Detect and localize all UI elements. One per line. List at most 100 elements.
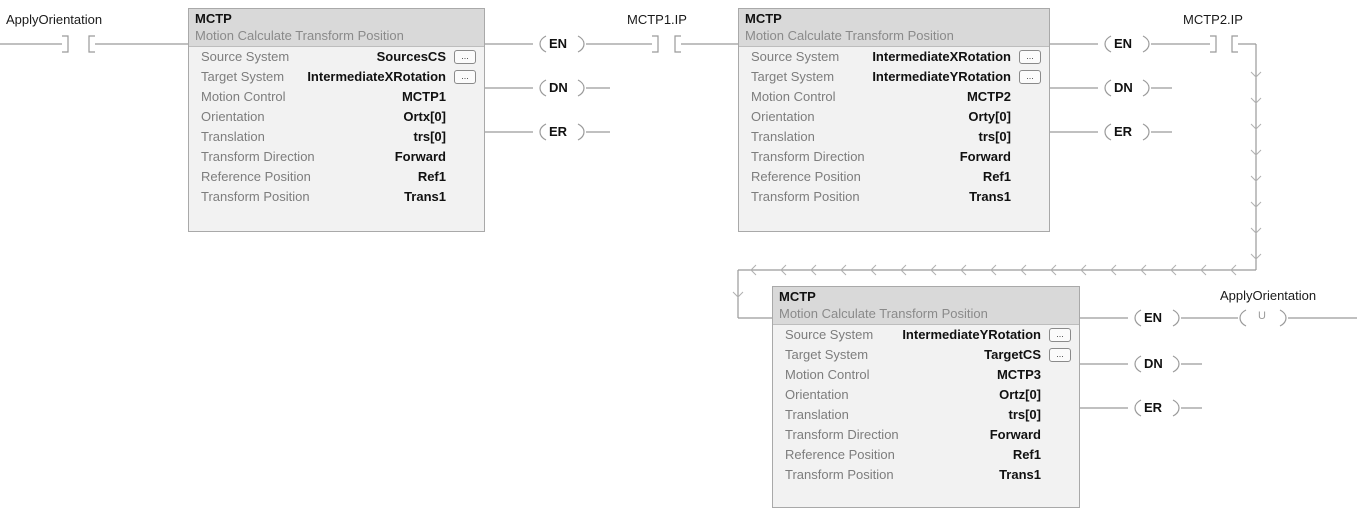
- dn-output-2: DN: [1114, 80, 1133, 95]
- param-row-source-system: Source System SourcesCS...: [189, 47, 484, 67]
- param-row-translation: Translation trs[0]: [189, 127, 484, 147]
- param-row-orientation: Orientation Ortx[0]: [189, 107, 484, 127]
- param-row-transform-position: Transform Position Trans1: [189, 187, 484, 207]
- instruction-name: MCTP: [745, 11, 782, 26]
- param-label: Source System: [201, 49, 290, 64]
- param-label: Orientation: [751, 109, 815, 124]
- browse-button[interactable]: ...: [1019, 70, 1041, 84]
- param-value: Ref1: [982, 169, 1011, 184]
- param-label: Translation: [785, 407, 849, 422]
- param-row-reference-position: Reference Position Ref1: [189, 167, 484, 187]
- param-label: Transform Direction: [785, 427, 899, 442]
- en-output-2: EN: [1114, 36, 1133, 51]
- param-label: Transform Position: [785, 467, 894, 482]
- param-label: Motion Control: [751, 89, 836, 104]
- dn-output-3: DN: [1144, 356, 1163, 371]
- mctp-block-3[interactable]: MCTP Motion Calculate Transform Position…: [772, 286, 1080, 508]
- dn-output-1: DN: [549, 80, 568, 95]
- param-row-translation: Translation trs[0]: [773, 405, 1079, 425]
- param-value: IntermediateXRotation: [307, 69, 446, 84]
- param-value: Orty[0]: [968, 109, 1011, 124]
- block-header: MCTP Motion Calculate Transform Position: [739, 9, 1049, 47]
- input-contact-label: ApplyOrientation: [6, 12, 103, 27]
- instruction-name: MCTP: [195, 11, 232, 26]
- browse-button[interactable]: ...: [454, 70, 476, 84]
- param-value: MCTP1: [401, 89, 446, 104]
- param-label: Motion Control: [785, 367, 870, 382]
- param-value: Trans1: [969, 189, 1011, 204]
- param-value: Trans1: [404, 189, 446, 204]
- instruction-name: MCTP: [779, 289, 816, 304]
- param-label: Orientation: [785, 387, 849, 402]
- param-row-transform-position: Transform Position Trans1: [739, 187, 1049, 207]
- param-row-transform-direction: Transform Direction Forward: [189, 147, 484, 167]
- param-row-source-system: Source System IntermediateYRotation...: [773, 325, 1079, 345]
- param-label: Source System: [785, 327, 874, 342]
- param-label: Transform Position: [751, 189, 860, 204]
- param-value: IntermediateYRotation: [872, 69, 1011, 84]
- param-row-motion-control: Motion Control MCTP1: [189, 87, 484, 107]
- instruction-description: Motion Calculate Transform Position: [779, 306, 988, 321]
- param-row-reference-position: Reference Position Ref1: [773, 445, 1079, 465]
- param-value: trs[0]: [413, 129, 446, 144]
- param-label: Transform Position: [201, 189, 310, 204]
- param-row-motion-control: Motion Control MCTP3: [773, 365, 1079, 385]
- param-value: TargetCS: [984, 347, 1041, 362]
- param-row-translation: Translation trs[0]: [739, 127, 1049, 147]
- instruction-description: Motion Calculate Transform Position: [745, 28, 954, 43]
- param-value: Ref1: [1012, 447, 1041, 462]
- param-value: trs[0]: [1008, 407, 1041, 422]
- param-value: IntermediateXRotation: [872, 49, 1011, 64]
- param-row-transform-direction: Transform Direction Forward: [773, 425, 1079, 445]
- param-row-motion-control: Motion Control MCTP2: [739, 87, 1049, 107]
- browse-button[interactable]: ...: [1019, 50, 1041, 64]
- param-label: Reference Position: [201, 169, 311, 184]
- param-label: Target System: [785, 347, 869, 362]
- param-value: Ortx[0]: [403, 109, 446, 124]
- param-label: Reference Position: [751, 169, 861, 184]
- param-label: Orientation: [201, 109, 265, 124]
- param-value: Forward: [394, 149, 446, 164]
- param-row-transform-position: Transform Position Trans1: [773, 465, 1079, 485]
- param-value: trs[0]: [978, 129, 1011, 144]
- er-output-2: ER: [1114, 124, 1133, 139]
- param-row-orientation: Orientation Ortz[0]: [773, 385, 1079, 405]
- param-value: Forward: [959, 149, 1011, 164]
- param-value: SourcesCS: [376, 49, 446, 64]
- param-label: Translation: [751, 129, 815, 144]
- param-label: Target System: [751, 69, 835, 84]
- param-value: MCTP2: [966, 89, 1011, 104]
- browse-button[interactable]: ...: [1049, 328, 1071, 342]
- mctp-block-2[interactable]: MCTP Motion Calculate Transform Position…: [738, 8, 1050, 232]
- param-value: Ref1: [417, 169, 446, 184]
- contact-mctp1-ip-label: MCTP1.IP: [627, 12, 687, 27]
- param-label: Translation: [201, 129, 265, 144]
- param-value: Trans1: [999, 467, 1041, 482]
- param-label: Source System: [751, 49, 840, 64]
- param-value: IntermediateYRotation: [902, 327, 1041, 342]
- param-value: Forward: [989, 427, 1041, 442]
- er-output-1: ER: [549, 124, 568, 139]
- param-value: MCTP3: [996, 367, 1041, 382]
- browse-button[interactable]: ...: [454, 50, 476, 64]
- param-label: Transform Direction: [751, 149, 865, 164]
- instruction-description: Motion Calculate Transform Position: [195, 28, 404, 43]
- param-row-source-system: Source System IntermediateXRotation...: [739, 47, 1049, 67]
- param-row-orientation: Orientation Orty[0]: [739, 107, 1049, 127]
- param-label: Reference Position: [785, 447, 895, 462]
- block-header: MCTP Motion Calculate Transform Position: [773, 287, 1079, 325]
- param-value: Ortz[0]: [999, 387, 1041, 402]
- param-row-reference-position: Reference Position Ref1: [739, 167, 1049, 187]
- contact-mctp2-ip-label: MCTP2.IP: [1183, 12, 1243, 27]
- browse-button[interactable]: ...: [1049, 348, 1071, 362]
- block-header: MCTP Motion Calculate Transform Position: [189, 9, 484, 47]
- mctp-block-1[interactable]: MCTP Motion Calculate Transform Position…: [188, 8, 485, 232]
- param-row-target-system: Target System IntermediateXRotation...: [189, 67, 484, 87]
- param-row-target-system: Target System TargetCS...: [773, 345, 1079, 365]
- er-output-3: ER: [1144, 400, 1163, 415]
- param-label: Motion Control: [201, 89, 286, 104]
- param-row-transform-direction: Transform Direction Forward: [739, 147, 1049, 167]
- en-output-1: EN: [549, 36, 568, 51]
- en-output-3: EN: [1144, 310, 1163, 325]
- param-label: Target System: [201, 69, 285, 84]
